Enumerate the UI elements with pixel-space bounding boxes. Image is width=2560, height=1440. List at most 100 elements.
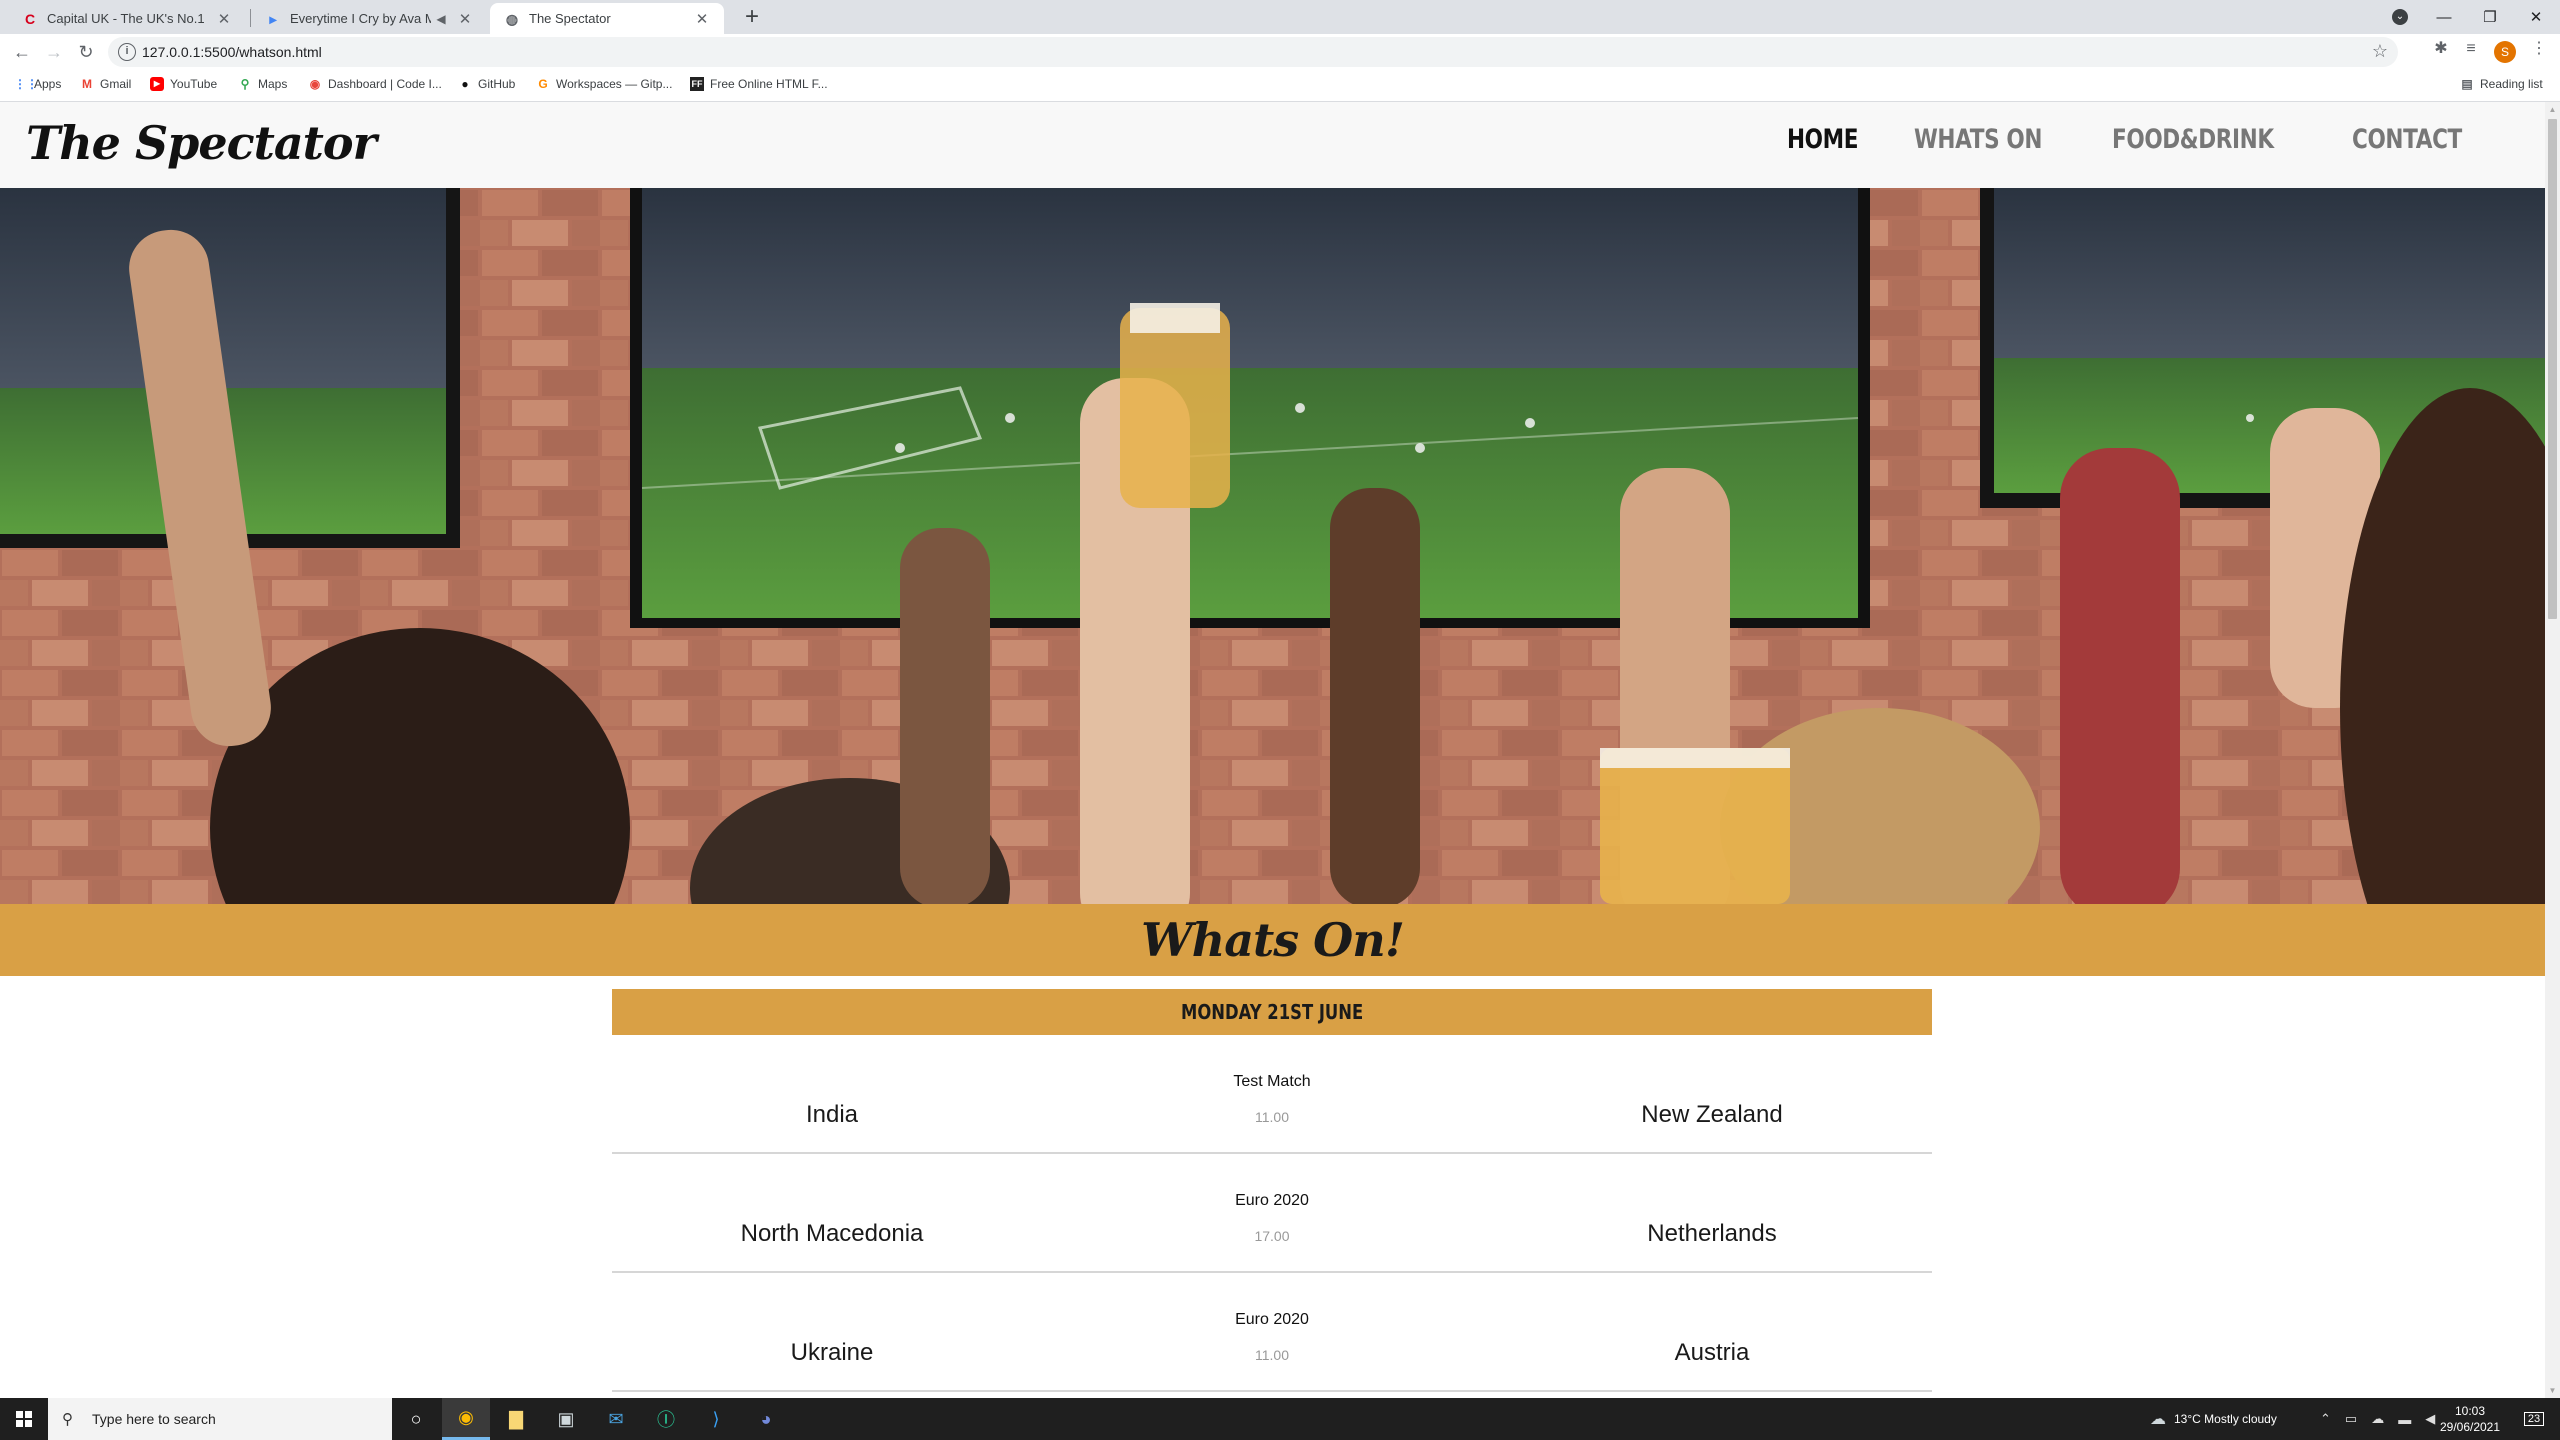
site-logo[interactable]: The Spectator	[26, 116, 377, 170]
onedrive-icon[interactable]: ☁	[2371, 1411, 2384, 1427]
fixture-row: Euro 2020 Ukraine 11.00 Austria	[612, 1273, 1932, 1392]
device-icon[interactable]: ▭	[2345, 1411, 2357, 1427]
reading-list-button[interactable]: ▤ Reading list	[2460, 77, 2542, 91]
restore-icon[interactable]: ❐	[2466, 0, 2514, 34]
nav-food-drink[interactable]: FOOD&DRINK	[2112, 124, 2274, 155]
taskbar-clock[interactable]: 10:03 29/06/2021	[2430, 1403, 2510, 1435]
taskbar-search[interactable]: ⚲ Type here to search	[48, 1398, 392, 1440]
play-icon: ▸	[269, 10, 277, 27]
bookmarks-bar: ⋮⋮ Apps M Gmail ▶ YouTube ⚲ Maps ◉ Dashboard …	[0, 70, 2560, 102]
day-header: MONDAY 21ST JUNE	[612, 989, 1932, 1035]
close-icon[interactable]: ✕	[457, 10, 473, 28]
scroll-up-arrow-icon[interactable]: ▲	[2545, 102, 2560, 117]
close-icon[interactable]: ✕	[216, 10, 232, 28]
close-window-icon[interactable]: ✕	[2512, 0, 2560, 34]
search-icon: ⚲	[62, 1411, 73, 1428]
windows-logo-icon	[16, 1411, 32, 1427]
browser-toolbar: ← → ↻ i 127.0.0.1:5500/whatson.html ☆ ✱ …	[0, 34, 2560, 70]
fixture-row: Euro 2020 North Macedonia 17.00 Netherla…	[612, 1154, 1932, 1273]
bookmark-gitpod[interactable]: G Workspaces — Gitp...	[536, 77, 672, 91]
bookmark-dashboard[interactable]: ◉ Dashboard | Code I...	[308, 77, 442, 91]
extensions-icon[interactable]: ✱	[2430, 38, 2452, 60]
page-scrollbar[interactable]: ▲ ▼	[2545, 102, 2560, 1398]
fixture-row: Test Match India 11.00 New Zealand	[612, 1035, 1932, 1154]
cloud-icon: ☁	[2150, 1411, 2166, 1428]
competition-label: Euro 2020	[1235, 1311, 1309, 1328]
clock-time: 10:03	[2454, 1404, 2486, 1418]
away-team: Austria	[1674, 1339, 1750, 1366]
apps-grid-icon: ⋮⋮	[14, 77, 38, 91]
tab-ava-max[interactable]: ▸ Everytime I Cry by Ava Max | ◀ ✕	[251, 3, 487, 34]
nav-home[interactable]: HOME	[1787, 124, 1858, 155]
discord-icon[interactable]: ◕	[742, 1398, 790, 1440]
codeinstitute-icon: ◉	[309, 77, 321, 91]
gitpod-icon: G	[538, 77, 548, 91]
system-tray: ⌃ ▭ ☁ ▬ ◀	[2320, 1398, 2435, 1440]
bookmark-maps[interactable]: ⚲ Maps	[238, 77, 288, 91]
start-button[interactable]	[0, 1398, 48, 1440]
bookmark-apps[interactable]: ⋮⋮ Apps	[14, 77, 61, 91]
minimize-icon[interactable]: —	[2420, 0, 2468, 34]
tab-the-spectator[interactable]: ◍ The Spectator ✕	[490, 3, 724, 34]
hero-image	[0, 188, 2545, 904]
reload-icon[interactable]: ↻	[72, 38, 100, 66]
notification-center[interactable]: 23	[2516, 1398, 2552, 1440]
address-bar[interactable]: i 127.0.0.1:5500/whatson.html ☆	[108, 37, 2398, 67]
url-text[interactable]: 127.0.0.1:5500/whatson.html	[142, 44, 322, 60]
banner-title: Whats On!	[1141, 913, 1405, 967]
scroll-thumb[interactable]	[2548, 119, 2557, 619]
fixtures-schedule: MONDAY 21ST JUNE Test Match India 11.00 …	[612, 989, 1932, 1392]
bookmark-star-icon[interactable]: ☆	[2372, 41, 2388, 62]
mute-icon[interactable]: ◀	[433, 12, 449, 26]
bookmark-youtube[interactable]: ▶ YouTube	[150, 77, 217, 91]
scroll-down-arrow-icon[interactable]: ▼	[2545, 1383, 2560, 1398]
weather-widget[interactable]: ☁ 13°C Mostly cloudy	[2150, 1398, 2277, 1440]
youtube-icon: ▶	[150, 77, 164, 91]
globe-icon: ◍	[505, 10, 519, 27]
reading-list-icon: ▤	[2461, 77, 2473, 91]
tab-bar: C Capital UK - The UK's No.1 Hit M ✕ ▸ E…	[0, 0, 2560, 34]
close-icon[interactable]: ✕	[694, 10, 710, 28]
network-icon[interactable]: ▬	[2398, 1412, 2411, 1427]
bookmark-gmail[interactable]: M Gmail	[80, 77, 131, 91]
windows-taskbar: ⚲ Type here to search ○ ◉ ▇ ▣ ✉ Ⓘ ⟩ ◕ ☁ …	[0, 1398, 2560, 1440]
forward-icon[interactable]: →	[40, 38, 68, 66]
menu-icon[interactable]: ⋮	[2528, 38, 2550, 60]
tab-search-icon[interactable]: ⌄	[2376, 0, 2424, 34]
new-tab-button[interactable]: +	[738, 4, 766, 32]
vscode-icon[interactable]: ⟩	[692, 1398, 740, 1440]
chevron-up-icon[interactable]: ⌃	[2320, 1411, 2331, 1427]
maps-pin-icon: ⚲	[240, 77, 250, 91]
search-placeholder: Type here to search	[92, 1411, 216, 1427]
back-icon[interactable]: ←	[8, 38, 36, 66]
competition-label: Euro 2020	[1235, 1192, 1309, 1209]
competition-label: Test Match	[1233, 1073, 1311, 1090]
page-viewport: The Spectator HOME WHATS ON FOOD&DRINK C…	[0, 102, 2545, 1398]
app-circle-icon[interactable]: Ⓘ	[642, 1398, 690, 1440]
sports-bar-crowd-image	[0, 188, 2545, 904]
clock-date: 29/06/2021	[2439, 1420, 2501, 1434]
media-control-icon[interactable]: ≡	[2460, 38, 2482, 60]
cortana-icon[interactable]: ○	[392, 1398, 440, 1440]
gmail-icon: M	[82, 77, 92, 91]
mail-icon[interactable]: ✉	[592, 1398, 640, 1440]
main-nav: HOME WHATS ON FOOD&DRINK CONTACT	[1787, 124, 2489, 155]
notification-icon: 23	[2523, 1412, 2545, 1426]
site-header: The Spectator HOME WHATS ON FOOD&DRINK C…	[0, 102, 2545, 188]
away-team: New Zealand	[1641, 1101, 1783, 1128]
file-explorer-icon[interactable]: ▇	[492, 1398, 540, 1440]
profile-avatar[interactable]: S	[2494, 41, 2516, 63]
store-icon[interactable]: ▣	[542, 1398, 590, 1440]
away-team: Netherlands	[1647, 1220, 1777, 1247]
nav-contact[interactable]: CONTACT	[2352, 124, 2462, 155]
whats-on-banner: Whats On!	[0, 904, 2545, 976]
nav-whats-on[interactable]: WHATS ON	[1914, 124, 2042, 155]
bookmark-html-formatter[interactable]: FF Free Online HTML F...	[690, 77, 828, 91]
chrome-taskbar-icon[interactable]: ◉	[442, 1398, 490, 1440]
tab-capital[interactable]: C Capital UK - The UK's No.1 Hit M ✕	[8, 3, 246, 34]
info-icon[interactable]: i	[118, 43, 136, 61]
bookmark-github[interactable]: ● GitHub	[458, 77, 515, 91]
github-icon: ●	[461, 77, 469, 91]
ff-icon: FF	[690, 77, 704, 91]
capital-c-icon: C	[24, 10, 36, 27]
